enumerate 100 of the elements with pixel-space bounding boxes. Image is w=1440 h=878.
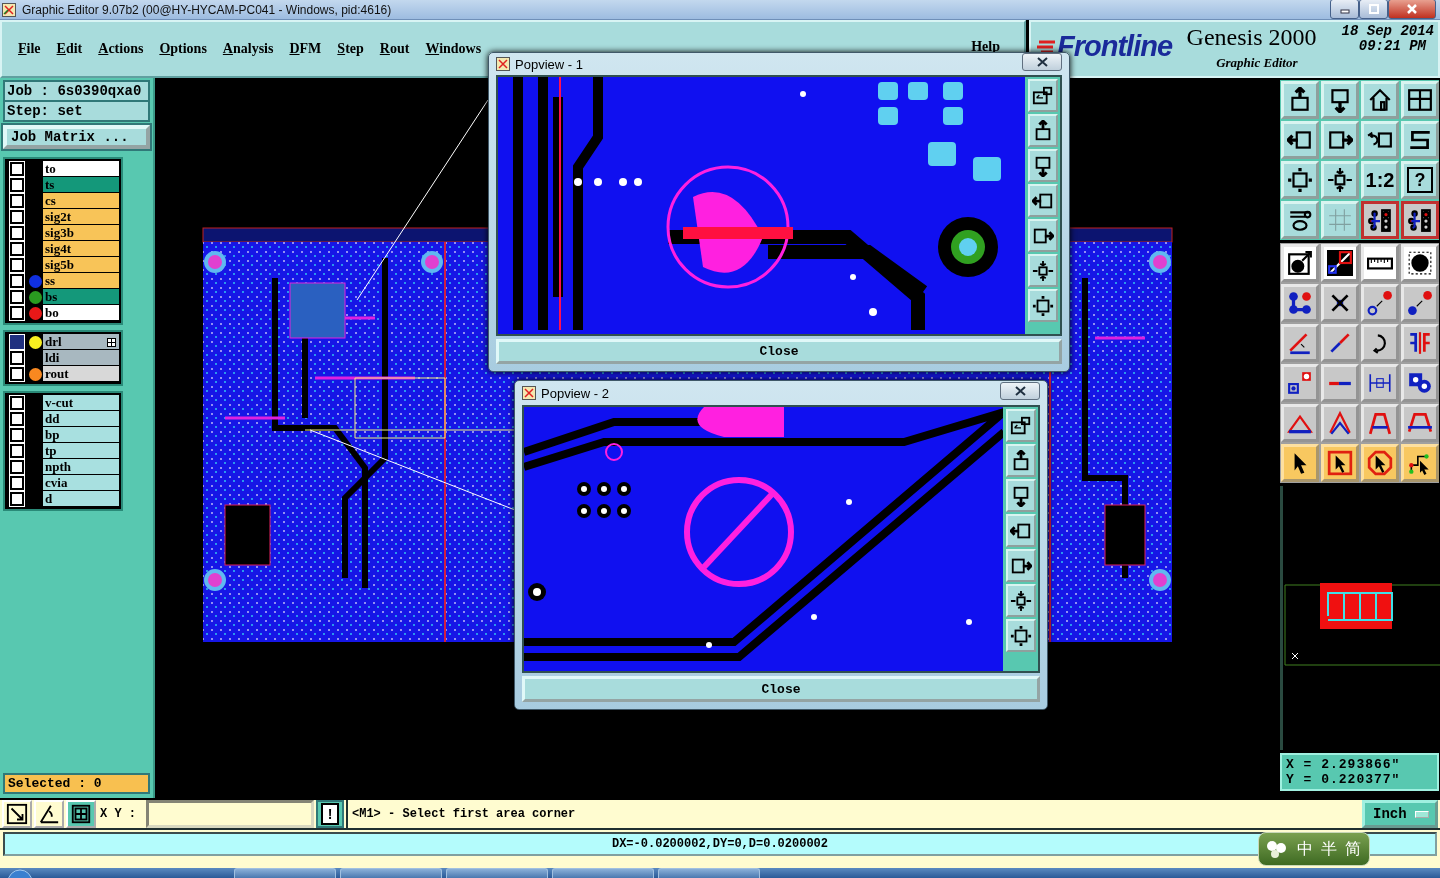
job-name: Job : 6s0390qxa0 bbox=[6, 82, 143, 100]
angle-icon bbox=[38, 803, 60, 825]
view-tool-button[interactable] bbox=[1028, 79, 1058, 113]
scale-button[interactable]: 1:2 bbox=[1361, 161, 1399, 199]
layer-name[interactable]: ldi bbox=[43, 350, 119, 366]
view-tool-button[interactable] bbox=[1006, 409, 1036, 442]
prompt-message: <M1> - Select first area corner bbox=[352, 807, 576, 821]
layer-checkbox[interactable] bbox=[10, 460, 24, 474]
window-arrow-icon bbox=[1032, 84, 1054, 107]
view-tool-button[interactable] bbox=[1028, 289, 1058, 323]
layer-checkbox[interactable] bbox=[10, 396, 24, 410]
start-button[interactable] bbox=[8, 868, 32, 878]
menu-item[interactable]: Actions bbox=[95, 41, 154, 57]
menu-item[interactable]: Windows bbox=[422, 41, 492, 57]
layer-name[interactable]: ts bbox=[43, 177, 119, 193]
view-tool-button[interactable] bbox=[1028, 184, 1058, 218]
view-tool-button[interactable] bbox=[1006, 549, 1036, 582]
close-button[interactable]: Close bbox=[496, 339, 1062, 364]
view-tool-button[interactable] bbox=[1028, 149, 1058, 183]
layer-checkbox[interactable] bbox=[10, 351, 24, 365]
layer-name[interactable]: sig5b bbox=[43, 257, 119, 273]
layer-name[interactable]: bo bbox=[43, 305, 119, 321]
layer-name[interactable]: sig4t bbox=[43, 241, 119, 257]
layer-name[interactable]: cvia bbox=[43, 475, 119, 491]
pointer-octagon-icon bbox=[1367, 450, 1393, 476]
view-tool-button[interactable] bbox=[1028, 219, 1058, 253]
layer-name[interactable]: v-cut bbox=[43, 395, 119, 411]
layer-name[interactable]: d bbox=[43, 491, 119, 507]
layer-name[interactable]: to bbox=[43, 161, 119, 177]
app-icon bbox=[522, 386, 536, 400]
grid-icon bbox=[107, 338, 116, 347]
close-button[interactable]: Close bbox=[522, 676, 1040, 702]
layer-checkbox[interactable] bbox=[10, 194, 24, 208]
units-button[interactable]: Inch bbox=[1362, 800, 1438, 828]
toolbar-button[interactable] bbox=[1401, 201, 1439, 239]
close-button[interactable] bbox=[1388, 0, 1436, 19]
ime-indicator[interactable]: 半 bbox=[1321, 838, 1337, 860]
layer-checkbox[interactable] bbox=[10, 242, 24, 256]
layer-checkbox[interactable] bbox=[10, 306, 24, 320]
layer-name[interactable]: bp bbox=[43, 427, 119, 443]
info-button[interactable]: ! bbox=[316, 800, 344, 828]
layer-checkbox[interactable] bbox=[10, 290, 24, 304]
view-tool-button[interactable] bbox=[1006, 444, 1036, 477]
toolbar-button[interactable] bbox=[1361, 201, 1399, 239]
view-tool-button[interactable] bbox=[1006, 479, 1036, 512]
view-tool-button[interactable] bbox=[1006, 584, 1036, 617]
help-button[interactable]: ? bbox=[1401, 161, 1439, 199]
menu-item[interactable]: Rout bbox=[376, 41, 420, 57]
circuit-layer-icon bbox=[1367, 207, 1393, 233]
menu-item[interactable]: Options bbox=[156, 41, 217, 57]
layer-checkbox[interactable] bbox=[10, 210, 24, 224]
layer-checkbox[interactable] bbox=[10, 178, 24, 192]
layer-checkbox[interactable] bbox=[10, 274, 24, 288]
view-tool-button[interactable] bbox=[1028, 114, 1058, 148]
view-tool-button[interactable] bbox=[1006, 619, 1036, 652]
layer-name[interactable]: cs bbox=[43, 193, 119, 209]
layer-name[interactable]: dd bbox=[43, 411, 119, 427]
menu-item[interactable]: Analysis bbox=[219, 41, 284, 57]
layer-name[interactable]: npth bbox=[43, 459, 119, 475]
menu-item[interactable]: Step bbox=[334, 41, 374, 57]
layer-name[interactable]: sig3b bbox=[43, 225, 119, 241]
maximize-icon bbox=[1368, 3, 1379, 14]
maximize-button[interactable] bbox=[1359, 0, 1388, 19]
layer-checkbox[interactable] bbox=[10, 444, 24, 458]
layer-name[interactable]: drl bbox=[43, 334, 119, 350]
menu-item[interactable]: Edit bbox=[53, 41, 93, 57]
menu-item[interactable]: File bbox=[15, 41, 51, 57]
layer-name[interactable]: ss bbox=[43, 273, 119, 289]
view-tool-button[interactable] bbox=[1006, 514, 1036, 547]
speed-lines-icon bbox=[1037, 38, 1057, 55]
layer-checkbox[interactable] bbox=[10, 367, 24, 381]
ime-indicator[interactable]: 简 bbox=[1345, 838, 1361, 860]
layer-name[interactable]: rout bbox=[43, 366, 119, 382]
layer-checkbox[interactable] bbox=[10, 226, 24, 240]
linked-dots-icon bbox=[1287, 290, 1313, 316]
layer-checkbox[interactable] bbox=[10, 428, 24, 442]
layer-checkbox[interactable] bbox=[10, 162, 24, 176]
menu-item[interactable]: DFM bbox=[286, 41, 332, 57]
layer-checkbox[interactable] bbox=[10, 335, 24, 349]
layer-checkbox[interactable] bbox=[10, 492, 24, 506]
close-icon bbox=[1406, 3, 1418, 14]
logo-text: Frontline bbox=[1057, 30, 1173, 63]
job-matrix-button[interactable]: Job Matrix ... bbox=[3, 125, 150, 149]
coordinate-input-field[interactable] bbox=[146, 800, 314, 828]
layer-name[interactable]: bs bbox=[43, 289, 119, 305]
close-button[interactable] bbox=[1000, 382, 1040, 400]
layer-checkbox[interactable] bbox=[10, 412, 24, 426]
minimize-button[interactable] bbox=[1330, 0, 1359, 19]
tool-button[interactable] bbox=[66, 800, 96, 828]
tool-button[interactable] bbox=[2, 800, 32, 828]
view-tool-button[interactable] bbox=[1028, 254, 1058, 288]
layer-checkbox[interactable] bbox=[10, 476, 24, 490]
ime-indicator[interactable]: 中 bbox=[1297, 838, 1313, 860]
y-coordinate: Y = 0.220377" bbox=[1286, 772, 1402, 787]
triangle-icon bbox=[1327, 410, 1353, 436]
window-title: Graphic Editor 9.07b2 (00@HY-HYCAM-PC041 - Windows, pid:4616) bbox=[22, 2, 392, 17]
layer-name[interactable]: sig2t bbox=[43, 209, 119, 225]
layer-checkbox[interactable] bbox=[10, 258, 24, 272]
tool-button[interactable] bbox=[34, 800, 64, 828]
layer-name[interactable]: tp bbox=[43, 443, 119, 459]
